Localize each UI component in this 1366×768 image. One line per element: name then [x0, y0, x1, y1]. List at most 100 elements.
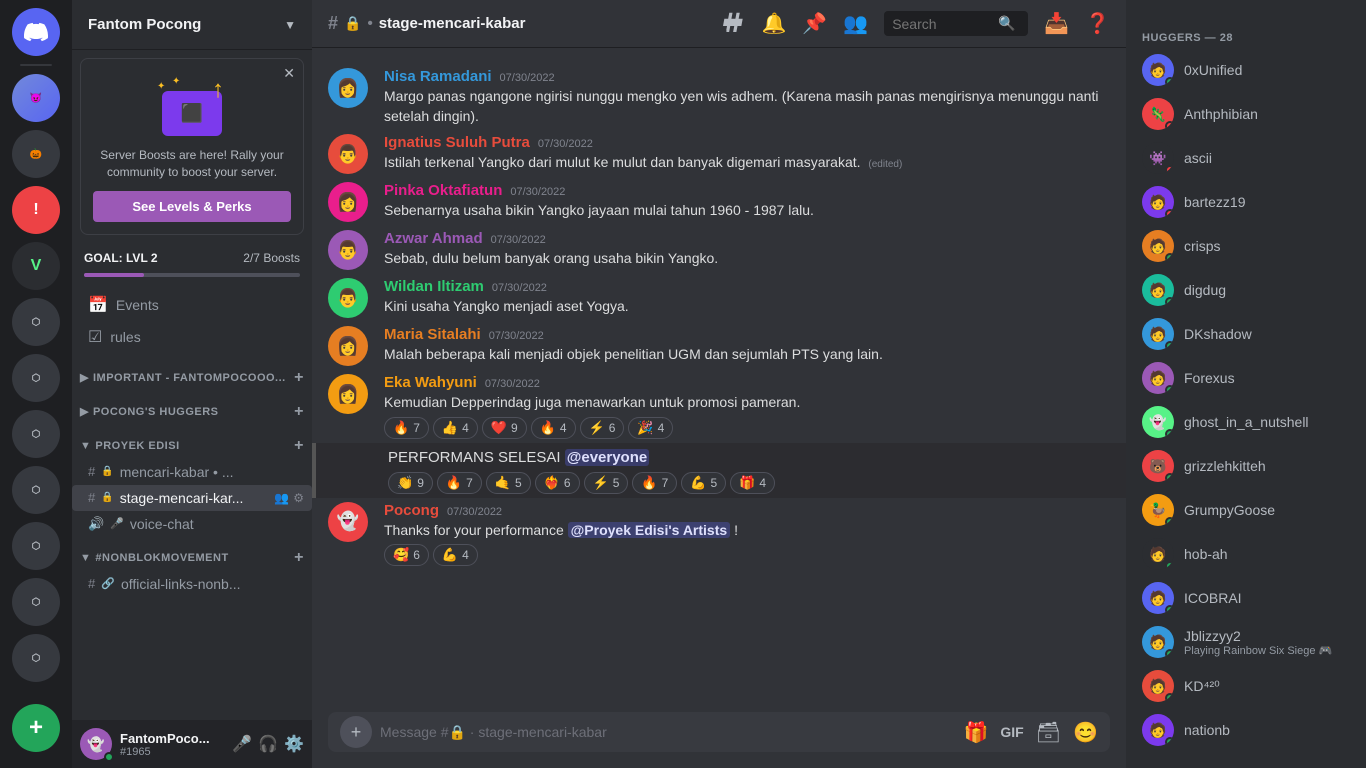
- reaction-gift-4[interactable]: 🎁4: [730, 472, 775, 494]
- server-header[interactable]: Fantom Pocong ▼: [72, 0, 312, 50]
- member-kd[interactable]: 🧑 KD⁴²⁰: [1134, 664, 1358, 708]
- add-server-button[interactable]: +: [12, 704, 60, 752]
- reaction-party-4[interactable]: 🎉4: [628, 417, 673, 439]
- emoji-icon[interactable]: 😊: [1073, 720, 1098, 745]
- member-grizzle[interactable]: 🐻 grizzlehkitteh: [1134, 444, 1358, 488]
- settings-icon[interactable]: ⚙: [293, 491, 304, 505]
- add-attachment-button[interactable]: +: [340, 716, 372, 748]
- server-icon-1[interactable]: 😈: [12, 74, 60, 122]
- member-nationb[interactable]: 🧑 nationb: [1134, 708, 1358, 752]
- server-icon-9[interactable]: ⬡: [12, 522, 60, 570]
- deafen-icon[interactable]: 🎧: [258, 734, 278, 754]
- author-name-pocong[interactable]: Pocong: [384, 502, 439, 519]
- reaction-muscle-5[interactable]: 💪5: [681, 472, 726, 494]
- message-content-maria: Maria Sitalahi 07/30/2022 Malah beberapa…: [384, 326, 1110, 366]
- channel-group-proyek-header[interactable]: ▼ PROYEK EDISI +: [72, 433, 312, 459]
- reaction-clap-9[interactable]: 👏9: [388, 472, 433, 494]
- author-name-azwar[interactable]: Azwar Ahmad: [384, 230, 483, 247]
- search-bar[interactable]: 🔍: [884, 11, 1028, 36]
- boost-goal-count[interactable]: 2/7 Boosts: [243, 251, 300, 265]
- member-digdug[interactable]: 🧑 digdug: [1134, 268, 1358, 312]
- member-grumpy[interactable]: 🦆 GrumpyGoose: [1134, 488, 1358, 532]
- author-name-ignatius[interactable]: Ignatius Suluh Putra: [384, 134, 530, 151]
- member-0xunified[interactable]: 🧑 0xUnified: [1134, 48, 1358, 92]
- server-icon-6[interactable]: ⬡: [12, 354, 60, 402]
- status-anthphibian: [1165, 121, 1174, 130]
- channel-voice-chat[interactable]: 🔊 🎤 voice-chat: [72, 511, 312, 537]
- author-name-nisa[interactable]: Nisa Ramadani: [384, 68, 492, 85]
- member-ascii[interactable]: 👾 ascii: [1134, 136, 1358, 180]
- reaction-call-5[interactable]: 🤙5: [486, 472, 531, 494]
- mute-mic-icon[interactable]: 🎤: [232, 734, 252, 754]
- messages-container[interactable]: 👩 Nisa Ramadani 07/30/2022 Margo panas n…: [312, 48, 1126, 712]
- member-anthphibian[interactable]: 🦎 Anthphibian: [1134, 92, 1358, 136]
- reaction-muscle-4[interactable]: 💪4: [433, 544, 478, 566]
- add-channel-nonblok[interactable]: +: [294, 549, 304, 567]
- server-icon-4[interactable]: V: [12, 242, 60, 290]
- channel-mencari-kabar[interactable]: # 🔒 mencari-kabar • ...: [72, 459, 312, 485]
- avatar-grizzle: 🐻: [1142, 450, 1174, 482]
- reaction-heartfire-6[interactable]: ❤️‍🔥6: [535, 472, 580, 494]
- reaction-fire-7-2[interactable]: 🔥7: [437, 472, 482, 494]
- channel-group-important-header[interactable]: ▶ IMPORTANT - FANTOMPOCOOO... +: [72, 365, 312, 391]
- pinned-messages-icon[interactable]: 📌: [802, 11, 827, 36]
- see-levels-perks-button[interactable]: See Levels & Perks: [93, 191, 291, 222]
- reaction-fire-4[interactable]: 🔥4: [531, 417, 576, 439]
- member-forexus[interactable]: 🧑 Forexus: [1134, 356, 1358, 400]
- member-list-icon[interactable]: 👥: [843, 11, 868, 36]
- channel-stage-mencari-kabar[interactable]: # 🔒 stage-mencari-kar... 👥 ⚙: [72, 485, 312, 511]
- gift-icon[interactable]: 🎁: [963, 720, 988, 745]
- inbox-icon[interactable]: 📥: [1044, 11, 1069, 36]
- member-bartezz19[interactable]: 🧑 bartezz19: [1134, 180, 1358, 224]
- reaction-love-6[interactable]: 🥰6: [384, 544, 429, 566]
- add-channel-proyek[interactable]: +: [294, 437, 304, 455]
- member-crisps[interactable]: 🧑 crisps: [1134, 224, 1358, 268]
- channel-group-huggers-header[interactable]: ▶ POCONG'S HUGGERS +: [72, 399, 312, 425]
- sidebar-item-events[interactable]: 📅 Events: [80, 289, 304, 321]
- add-channel-huggers[interactable]: +: [294, 403, 304, 421]
- member-dkshadow[interactable]: 🧑 DKshadow: [1134, 312, 1358, 356]
- member-info-0xunified: 0xUnified: [1184, 62, 1350, 78]
- footer-avatar[interactable]: 👻: [80, 728, 112, 760]
- channel-group-nonblok-header[interactable]: ▼ #NONBLOKMOVEMENT +: [72, 545, 312, 571]
- author-name-pinka[interactable]: Pinka Oktafiatun: [384, 182, 502, 199]
- message-content-nisa: Nisa Ramadani 07/30/2022 Margo panas nga…: [384, 68, 1110, 126]
- member-ghost[interactable]: 👻 ghost_in_a_nutshell: [1134, 400, 1358, 444]
- member-jblizzy[interactable]: 🧑 Jblizzyy2 Playing Rainbow Six Siege 🎮: [1134, 620, 1358, 664]
- proyek-mention[interactable]: @Proyek Edisi's Artists: [568, 522, 731, 538]
- channel-lock-icon: 🔒: [101, 466, 113, 477]
- chat-input[interactable]: [380, 712, 955, 752]
- server-icon-fantom-pocong[interactable]: 🎃: [12, 130, 60, 178]
- author-name-maria[interactable]: Maria Sitalahi: [384, 326, 481, 343]
- server-icon-5[interactable]: ⬡: [12, 298, 60, 346]
- author-name-eka[interactable]: Eka Wahyuni: [384, 374, 477, 391]
- reaction-bolt-5[interactable]: ⚡5: [584, 472, 629, 494]
- search-input[interactable]: [892, 16, 992, 32]
- add-thread-icon[interactable]: [721, 9, 745, 39]
- sticker-icon[interactable]: 🗃: [1036, 720, 1061, 745]
- help-icon[interactable]: ❓: [1085, 11, 1110, 36]
- reaction-fire-7[interactable]: 🔥7: [384, 417, 429, 439]
- member-hobah[interactable]: 🧑 hob-ah: [1134, 532, 1358, 576]
- member-icobrai[interactable]: 🧑 ICOBRAI: [1134, 576, 1358, 620]
- gif-icon[interactable]: GIF: [1000, 724, 1023, 740]
- server-icon-3[interactable]: !: [12, 186, 60, 234]
- discord-home-icon[interactable]: [12, 8, 60, 56]
- reaction-thumbs-4[interactable]: 👍4: [433, 417, 478, 439]
- pinned-mention[interactable]: @everyone: [565, 449, 650, 466]
- reaction-heart-9[interactable]: ❤️9: [482, 417, 527, 439]
- sidebar-item-rules[interactable]: ☑ rules: [80, 321, 304, 353]
- notification-bell-icon[interactable]: 🔔: [761, 11, 786, 36]
- server-icon-11[interactable]: ⬡: [12, 634, 60, 682]
- author-name-wildan[interactable]: Wildan Iltizam: [384, 278, 484, 295]
- server-icon-7[interactable]: ⬡: [12, 410, 60, 458]
- timestamp-pocong: 07/30/2022: [447, 506, 502, 518]
- channel-official-links[interactable]: # 🔗 official-links-nonb...: [72, 571, 312, 597]
- server-icon-10[interactable]: ⬡: [12, 578, 60, 626]
- user-settings-icon[interactable]: ⚙️: [284, 734, 304, 754]
- sidebar-nav: 📅 Events ☑ rules: [72, 285, 312, 357]
- reaction-fire-7-3[interactable]: 🔥7: [632, 472, 677, 494]
- server-icon-8[interactable]: ⬡: [12, 466, 60, 514]
- reaction-bolt-6[interactable]: ⚡6: [580, 417, 625, 439]
- add-channel-important[interactable]: +: [294, 369, 304, 387]
